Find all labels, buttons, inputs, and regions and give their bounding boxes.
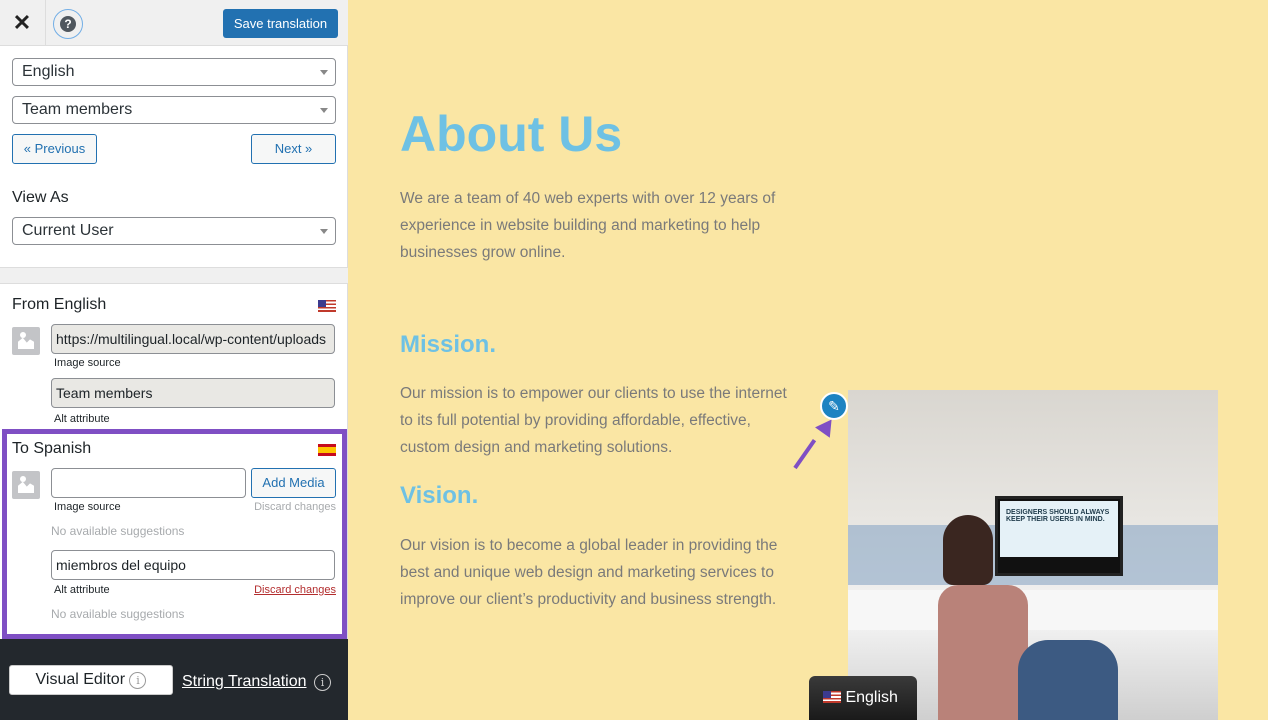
visual-editor-label: Visual Editor bbox=[35, 671, 126, 688]
visual-editor-button[interactable]: Visual Editor i bbox=[9, 665, 173, 695]
from-image-source-field[interactable]: https://multilingual.local/wp-content/up… bbox=[51, 324, 335, 354]
no-suggestions-text: No available suggestions bbox=[51, 524, 185, 538]
monitor: DESIGNERS SHOULD ALWAYS KEEP THEIR USERS… bbox=[995, 496, 1123, 576]
pencil-edit-icon[interactable]: ✎ bbox=[820, 392, 848, 420]
previous-button[interactable]: « Previous bbox=[12, 134, 97, 164]
spain-flag-icon bbox=[318, 444, 336, 456]
person-body bbox=[938, 585, 1028, 720]
image-icon bbox=[12, 327, 40, 355]
close-icon[interactable]: ✕ bbox=[10, 10, 34, 36]
mission-text: Our mission is to empower our clients to… bbox=[400, 385, 787, 456]
help-button[interactable]: ? bbox=[53, 9, 83, 39]
to-image-source-input[interactable] bbox=[51, 468, 246, 498]
team-photo[interactable]: DESIGNERS SHOULD ALWAYS KEEP THEIR USERS… bbox=[848, 390, 1218, 720]
discard-changes-link[interactable]: Discard changes bbox=[226, 584, 336, 596]
us-flag-icon bbox=[318, 300, 336, 312]
page-title: About Us bbox=[400, 106, 623, 162]
image-source-label: Image source bbox=[54, 501, 121, 513]
from-alt-field[interactable]: Team members bbox=[51, 378, 335, 408]
save-translation-button[interactable]: Save translation bbox=[223, 9, 338, 38]
alt-attribute-label: Alt attribute bbox=[54, 584, 110, 596]
mission-heading: Mission. bbox=[400, 331, 497, 358]
jeans bbox=[1018, 640, 1118, 720]
image-source-label: Image source bbox=[54, 357, 121, 369]
next-button[interactable]: Next » bbox=[251, 134, 336, 164]
desk bbox=[848, 590, 1218, 630]
string-select[interactable]: Team members bbox=[12, 96, 336, 124]
intro-text: We are a team of 40 web experts with ove… bbox=[400, 190, 776, 261]
language-switcher[interactable]: English bbox=[809, 676, 917, 720]
to-title: To Spanish bbox=[12, 440, 92, 457]
language-switcher-label: English bbox=[845, 689, 898, 706]
string-translation-link[interactable]: String Translation bbox=[182, 673, 307, 691]
info-icon[interactable]: i bbox=[314, 674, 331, 691]
person bbox=[943, 515, 993, 585]
language-select[interactable]: English bbox=[12, 58, 336, 86]
monitor-text: DESIGNERS SHOULD ALWAYS KEEP THEIR USERS… bbox=[1000, 501, 1118, 557]
vision-text: Our vision is to become a global leader … bbox=[400, 537, 778, 608]
no-suggestions-text: No available suggestions bbox=[51, 607, 185, 621]
vision-heading: Vision. bbox=[400, 482, 479, 509]
add-media-button[interactable]: Add Media bbox=[251, 468, 336, 498]
arrow-annotation bbox=[793, 439, 817, 470]
discard-changes-link[interactable]: Discard changes bbox=[226, 501, 336, 513]
to-alt-field[interactable]: miembros del equipo bbox=[51, 550, 335, 580]
sidebar-toolbar: ✕ ? Save translation bbox=[0, 0, 348, 46]
divider bbox=[45, 0, 46, 46]
us-flag-icon bbox=[823, 691, 841, 703]
from-title: From English bbox=[12, 296, 107, 313]
section-divider bbox=[0, 267, 348, 284]
image-icon bbox=[12, 471, 40, 499]
translation-sidebar: ✕ ? Save translation English Team member… bbox=[0, 0, 348, 720]
alt-attribute-label: Alt attribute bbox=[54, 413, 110, 425]
info-icon[interactable]: i bbox=[129, 672, 147, 689]
view-as-label: View As bbox=[12, 189, 69, 206]
view-as-select[interactable]: Current User bbox=[12, 217, 336, 245]
question-icon: ? bbox=[60, 16, 76, 32]
